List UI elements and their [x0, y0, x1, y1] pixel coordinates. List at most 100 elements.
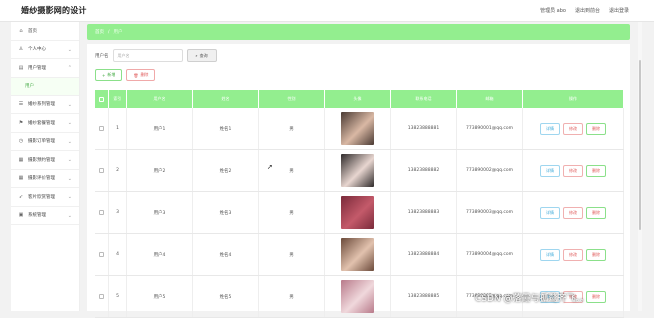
table-row: 4 用户4 姓名4 男 13823888884 773890004@qq.com 详情 修改删…	[95, 234, 624, 276]
cell-avatar	[325, 150, 391, 191]
cell-name: 姓名2	[193, 150, 259, 191]
cell-gender: 男	[259, 108, 325, 149]
breadcrumb: 首页 / 用户	[87, 24, 630, 40]
row-checkbox[interactable]	[95, 108, 109, 149]
search-button[interactable]: ⌕ 查询	[186, 49, 217, 62]
avatar	[341, 280, 374, 313]
row-checkbox[interactable]	[95, 192, 109, 233]
column-header: 性别	[259, 90, 325, 108]
cell-username: 用户4	[127, 234, 193, 275]
column-header: 索引	[109, 90, 127, 108]
cell-email: 773890001@qq.com	[457, 108, 523, 149]
search-label: 用户名	[95, 53, 109, 59]
sidebar-item-label: 摄影预约管理	[28, 157, 55, 163]
delete-button[interactable]: 删除	[586, 248, 606, 261]
cell-phone: 13823888883	[391, 192, 457, 233]
breadcrumb-home[interactable]: 首页	[95, 29, 104, 35]
list-icon: ☰	[18, 101, 24, 108]
checkbox-box	[99, 96, 104, 102]
sidebar-item-label: 婚纱套餐管理	[28, 120, 55, 126]
checkbox-box	[99, 210, 104, 215]
chevron-up-icon: ⌃	[67, 65, 72, 71]
logout-link[interactable]: 退出登录	[609, 7, 629, 14]
cell-gender: 男	[259, 234, 325, 275]
sidebar-item-home[interactable]: ⌂ 首页	[11, 22, 79, 41]
sidebar-item-dress-series[interactable]: ☰ 婚纱系列管理 ⌄	[11, 96, 79, 114]
mouse-cursor-icon: ➚	[267, 163, 273, 171]
sidebar-item-label: 首页	[28, 28, 37, 34]
avatar	[341, 196, 374, 229]
add-button[interactable]: + 新增	[95, 69, 123, 81]
batch-delete-button[interactable]: 🗑 删除	[126, 69, 156, 81]
breadcrumb-current: 用户	[113, 30, 123, 35]
checkbox-box	[99, 294, 104, 299]
table-header: 索引 用户名 姓名 性别 头像 联系电话 邮箱 操作	[95, 90, 624, 108]
app-title: 婚纱摄影网的设计	[21, 6, 87, 15]
cell-index: 2	[109, 150, 127, 191]
edit-button[interactable]: 修改	[563, 122, 583, 135]
sidebar-item-packages[interactable]: ⚑ 婚纱套餐管理 ⌄	[11, 114, 79, 133]
plus-icon: +	[102, 72, 106, 78]
delete-button[interactable]: 删除	[586, 122, 606, 135]
row-checkbox[interactable]	[95, 234, 109, 275]
chevron-down-icon: ⌄	[67, 46, 72, 53]
action-row: + 新增 🗑 删除	[95, 69, 156, 81]
cell-actions: 详情 修改 删除	[523, 150, 624, 191]
edit-button[interactable]: 修改	[563, 206, 583, 219]
cell-phone: 13823888884	[391, 234, 457, 275]
back-to-frontend-link[interactable]: 退出到前台	[575, 7, 600, 14]
cell-name: 姓名3	[193, 192, 259, 233]
detail-button[interactable]: 详情	[540, 122, 560, 135]
sidebar-item-appointments[interactable]: ▦ 摄影预约管理 ⌄	[11, 151, 79, 170]
column-header: 头像	[325, 90, 391, 108]
top-bar: 婚纱摄影网的设计 管理员 abo 退出到前台 退出登录	[0, 0, 654, 22]
sidebar-item-reviews[interactable]: ▦ 摄影评价管理 ⌄	[11, 170, 79, 188]
sidebar-item-label: 摄影评价管理	[28, 176, 55, 182]
sidebar-item-label: 婚纱系列管理	[28, 102, 55, 108]
chevron-down-icon: ⌄	[67, 120, 72, 126]
delete-button[interactable]: 删除	[586, 206, 606, 219]
detail-button[interactable]: 详情	[540, 206, 560, 219]
cell-actions: 详情 修改 删除	[523, 108, 624, 149]
sidebar-item-profile[interactable]: ♙ 个人中心 ⌄	[11, 41, 79, 59]
search-input[interactable]: 用户名	[112, 49, 183, 62]
settings-icon: ▣	[18, 212, 24, 219]
edit-button[interactable]: 修改	[563, 164, 583, 177]
chevron-down-icon: ⌄	[67, 138, 72, 145]
detail-button[interactable]: 详情	[540, 164, 560, 177]
edit-button[interactable]: 修改	[563, 248, 583, 261]
chevron-down-icon: ⌄	[67, 175, 72, 182]
home-icon: ⌂	[19, 27, 23, 34]
cell-username: 用户2	[127, 150, 193, 191]
sidebar-item-gallery[interactable]: ➶ 客片欣赏管理 ⌄	[11, 188, 79, 207]
chevron-down-icon: ⌄	[67, 157, 72, 163]
detail-button[interactable]: 详情	[540, 248, 560, 261]
sidebar-item-users[interactable]: ▤ 用户管理 ⌃	[11, 59, 79, 78]
column-header: 邮箱	[457, 90, 523, 108]
delete-button[interactable]: 删除	[586, 164, 606, 177]
cell-index: 4	[109, 234, 127, 275]
sidebar: ⌂ 首页 ♙ 个人中心 ⌄ ▤ 用户管理 ⌃ 用户 ☰ 婚纱系列管理 ⌄ ⚑ 婚…	[11, 22, 80, 311]
cell-gender: 男	[259, 192, 325, 233]
sidebar-item-orders[interactable]: ◷ 摄影订单管理 ⌄	[11, 133, 79, 151]
add-button-label: 新增	[107, 72, 116, 77]
search-button-label: 查询	[199, 52, 208, 58]
cell-email: 773890003@qq.com	[457, 192, 523, 233]
avatar	[341, 238, 374, 271]
select-all-checkbox[interactable]	[95, 90, 109, 108]
column-header: 姓名	[193, 90, 259, 108]
chevron-down-icon: ⌄	[67, 101, 72, 108]
sidebar-item-system[interactable]: ▣ 系统管理 ⌄	[11, 207, 79, 225]
cell-name: 姓名1	[193, 108, 259, 149]
breadcrumb-separator: /	[108, 29, 110, 35]
cell-email: 773890002@qq.com	[457, 150, 523, 191]
checkbox-box	[99, 252, 104, 257]
scrollbar-thumb[interactable]	[639, 60, 641, 230]
sidebar-item-label: 个人中心	[28, 47, 46, 53]
avatar	[341, 112, 374, 145]
table-row: 2 用户2 姓名2 男 13823888882 773890002@qq.com 详情 修改删…	[95, 150, 624, 192]
cell-avatar	[325, 192, 391, 233]
row-checkbox[interactable]	[95, 150, 109, 191]
avatar	[341, 154, 374, 187]
sidebar-subitem-user[interactable]: 用户	[11, 77, 79, 96]
